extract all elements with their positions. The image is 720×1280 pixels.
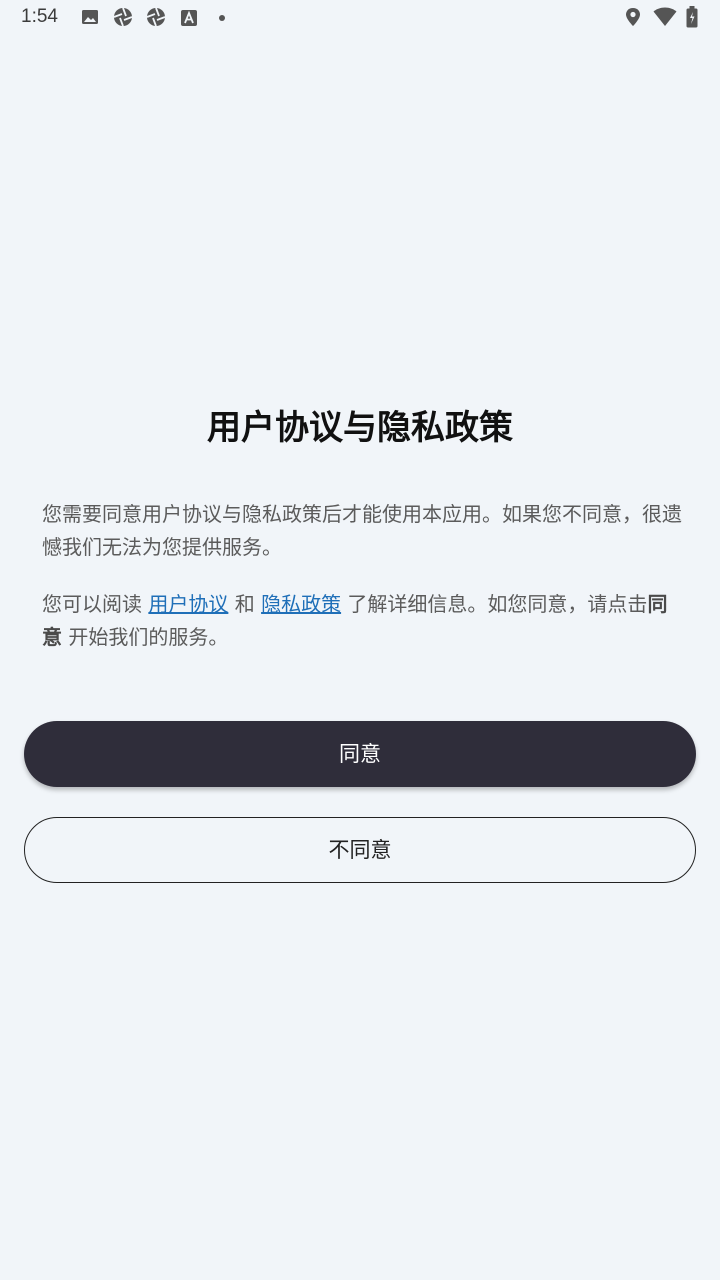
disagree-button[interactable]: 不同意	[24, 817, 696, 883]
wifi-icon	[653, 7, 677, 27]
location-icon	[624, 7, 642, 27]
user-agreement-link[interactable]: 用户协议	[148, 592, 228, 616]
battery-icon	[686, 6, 698, 28]
consent-description: 您需要同意用户协议与隐私政策后才能使用本应用。如果您不同意，很遗憾我们无法为您提…	[42, 502, 682, 559]
aperture-icon	[146, 7, 166, 27]
font-a-icon	[181, 10, 197, 26]
instructions-suffix: 开始我们的服务。	[62, 625, 229, 649]
instructions-middle: 了解详细信息。如您同意，请点击	[341, 592, 648, 616]
status-bar: 1:54	[0, 0, 720, 36]
instructions-conjunction: 和	[228, 592, 262, 616]
instructions-prefix: 您可以阅读	[42, 592, 149, 616]
dot-icon	[218, 14, 226, 22]
image-icon	[81, 8, 99, 26]
consent-instructions: 您可以阅读 用户协议 和 隐私政策 了解详细信息。如您同意，请点击同意 开始我们…	[42, 588, 682, 654]
privacy-policy-link[interactable]: 隐私政策	[261, 592, 341, 616]
dialog-title: 用户协议与隐私政策	[207, 408, 513, 448]
agree-button[interactable]: 同意	[24, 721, 696, 787]
aperture-icon	[113, 7, 133, 27]
status-time: 1:54	[21, 6, 58, 27]
